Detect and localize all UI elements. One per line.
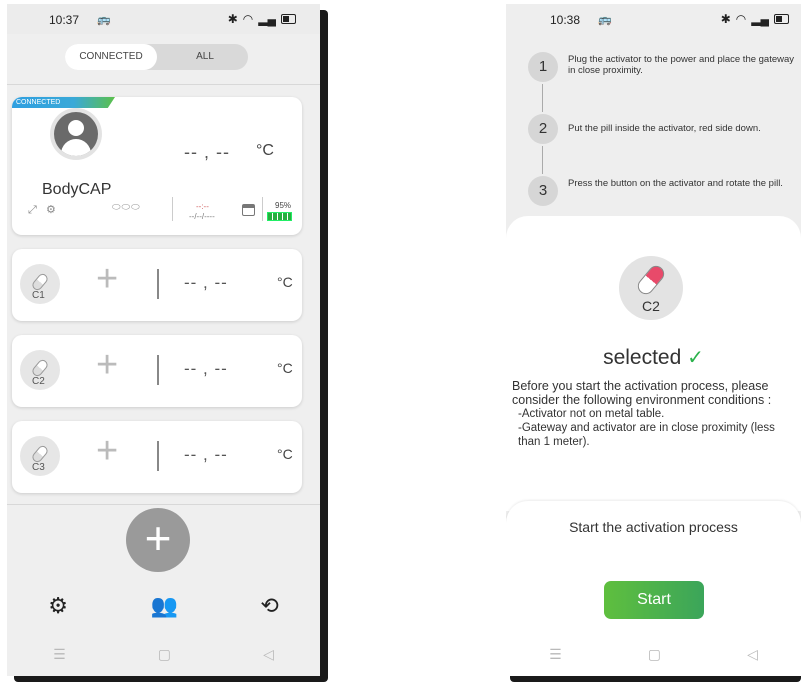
capsule-icon: C2 (619, 256, 683, 320)
capsule-label: C2 (642, 298, 660, 314)
info-item: -Gateway and activator are in close prox… (518, 422, 775, 448)
pills-icon: ⬭⬭⬭ (112, 202, 141, 213)
start-button[interactable]: Start (604, 581, 704, 619)
activation-title: Start the activation process (569, 519, 738, 535)
capsule-card-c3[interactable]: C3 + -- , -- °C (12, 421, 302, 493)
expand-icon[interactable]: ⤢ (28, 204, 37, 216)
capsule-selection-sheet: C2 selected ✓ Before you start the activ… (506, 216, 801, 511)
notification-icon: 🚌 (598, 14, 612, 26)
status-icons: ✱ ◠ ▂▄ (228, 12, 296, 26)
signal-icon: ▂▄ (751, 12, 769, 26)
system-nav: ☰ ▢ ◁ (7, 632, 320, 676)
connection-filter: CONNECTED ALL (65, 44, 248, 70)
avatar (54, 112, 98, 156)
status-bar: 10:38 🚌 ✱ ◠ ▂▄ (506, 4, 801, 34)
separator (172, 197, 173, 221)
status-icons: ✱ ◠ ▂▄ (721, 12, 789, 26)
selected-status: selected ✓ (506, 345, 801, 370)
back-icon[interactable]: ◁ (747, 646, 758, 663)
notification-icon: 🚌 (97, 14, 111, 26)
gear-icon[interactable]: ⚙ (46, 204, 56, 216)
info-text: Before you start the activation process,… (512, 379, 772, 407)
step-number: 1 (528, 52, 558, 82)
clock: 10:37 (49, 13, 80, 27)
separator (262, 197, 263, 221)
card-actions: ⤢ ⚙ (28, 203, 56, 217)
plus-icon: + (144, 512, 172, 564)
separator (157, 441, 159, 471)
separator (157, 269, 159, 299)
info-item: -Activator not on metal table. (518, 408, 665, 420)
battery-percent: 95% (275, 201, 292, 210)
wifi-icon: ◠ (242, 12, 254, 26)
history-icon[interactable]: ⟲ (260, 593, 278, 619)
home-icon[interactable]: ▢ (158, 646, 171, 663)
capsule-label: C1 (32, 290, 45, 301)
step-connector (542, 84, 543, 112)
capsule-label: C2 (32, 376, 45, 387)
menu-icon[interactable]: ☰ (53, 646, 66, 663)
step-connector (542, 146, 543, 174)
step-text: Plug the activator to the power and plac… (568, 54, 795, 76)
capsule-icon: C2 (20, 350, 60, 390)
system-nav: ☰ ▢ ◁ (506, 632, 801, 676)
bluetooth-icon: ✱ (227, 12, 238, 26)
connected-badge: CONNECTED (12, 97, 115, 108)
tab-all[interactable]: ALL (175, 44, 235, 70)
capsule-label: C3 (32, 462, 45, 473)
add-icon[interactable]: + (96, 260, 118, 298)
bluetooth-icon: ✱ (720, 12, 731, 26)
capsule-temperature: -- , -- (184, 359, 228, 378)
add-icon[interactable]: + (96, 432, 118, 470)
user-name: BodyCAP (42, 181, 112, 198)
battery-icon (774, 14, 789, 24)
bottom-nav: ⚙ 👥 ⟲ (7, 580, 320, 632)
last-date: --/--/---- (189, 212, 215, 221)
status-bar: 10:37 🚌 ✱ ◠ ▂▄ (7, 4, 320, 34)
last-time: --:-- (196, 202, 209, 211)
environment-info: Before you start the activation process,… (512, 379, 797, 449)
step-number: 2 (528, 114, 558, 144)
battery-level-icon (267, 212, 292, 221)
capsule-temperature-unit: °C (277, 360, 293, 376)
clock: 10:38 (550, 13, 581, 27)
back-icon[interactable]: ◁ (263, 646, 274, 663)
phone-right: 10:38 🚌 ✱ ◠ ▂▄ 1 Plug the activator to t… (506, 4, 801, 676)
phone-left: 10:37 🚌 ✱ ◠ ▂▄ CONNECTED ALL CONNECTED -… (7, 4, 320, 676)
capsule-temperature: -- , -- (184, 273, 228, 292)
step-number: 3 (528, 176, 558, 206)
wifi-icon: ◠ (735, 12, 747, 26)
selected-label: selected (603, 346, 682, 369)
step-text: Put the pill inside the activator, red s… (568, 123, 761, 134)
tab-connected[interactable]: CONNECTED (65, 44, 157, 70)
home-icon[interactable]: ▢ (648, 646, 661, 663)
users-icon[interactable]: 👥 (150, 593, 177, 619)
calendar-icon[interactable] (242, 204, 255, 216)
gear-icon[interactable]: ⚙ (48, 593, 68, 619)
checkmark-icon: ✓ (687, 347, 704, 369)
capsule-temperature-unit: °C (277, 446, 293, 462)
user-card[interactable]: CONNECTED -- , -- °C BodyCAP ⤢ ⚙ ⬭⬭⬭ --:… (12, 97, 302, 235)
step-text: Press the button on the activator and ro… (568, 178, 783, 189)
capsule-icon: C1 (20, 264, 60, 304)
signal-icon: ▂▄ (258, 12, 276, 26)
menu-icon[interactable]: ☰ (549, 646, 562, 663)
main-temperature-unit: °C (256, 142, 274, 159)
capsule-card-c2[interactable]: C2 + -- , -- °C (12, 335, 302, 407)
pill-icon (634, 262, 668, 298)
capsule-temperature: -- , -- (184, 445, 228, 464)
separator (157, 355, 159, 385)
capsule-icon: C3 (20, 436, 60, 476)
add-button[interactable]: + (126, 508, 190, 572)
add-icon[interactable]: + (96, 346, 118, 384)
capsule-card-c1[interactable]: C1 + -- , -- °C (12, 249, 302, 321)
capsule-temperature-unit: °C (277, 274, 293, 290)
battery-icon (281, 14, 296, 24)
divider (7, 504, 320, 505)
divider (7, 84, 320, 85)
main-temperature: -- , -- (184, 142, 230, 162)
